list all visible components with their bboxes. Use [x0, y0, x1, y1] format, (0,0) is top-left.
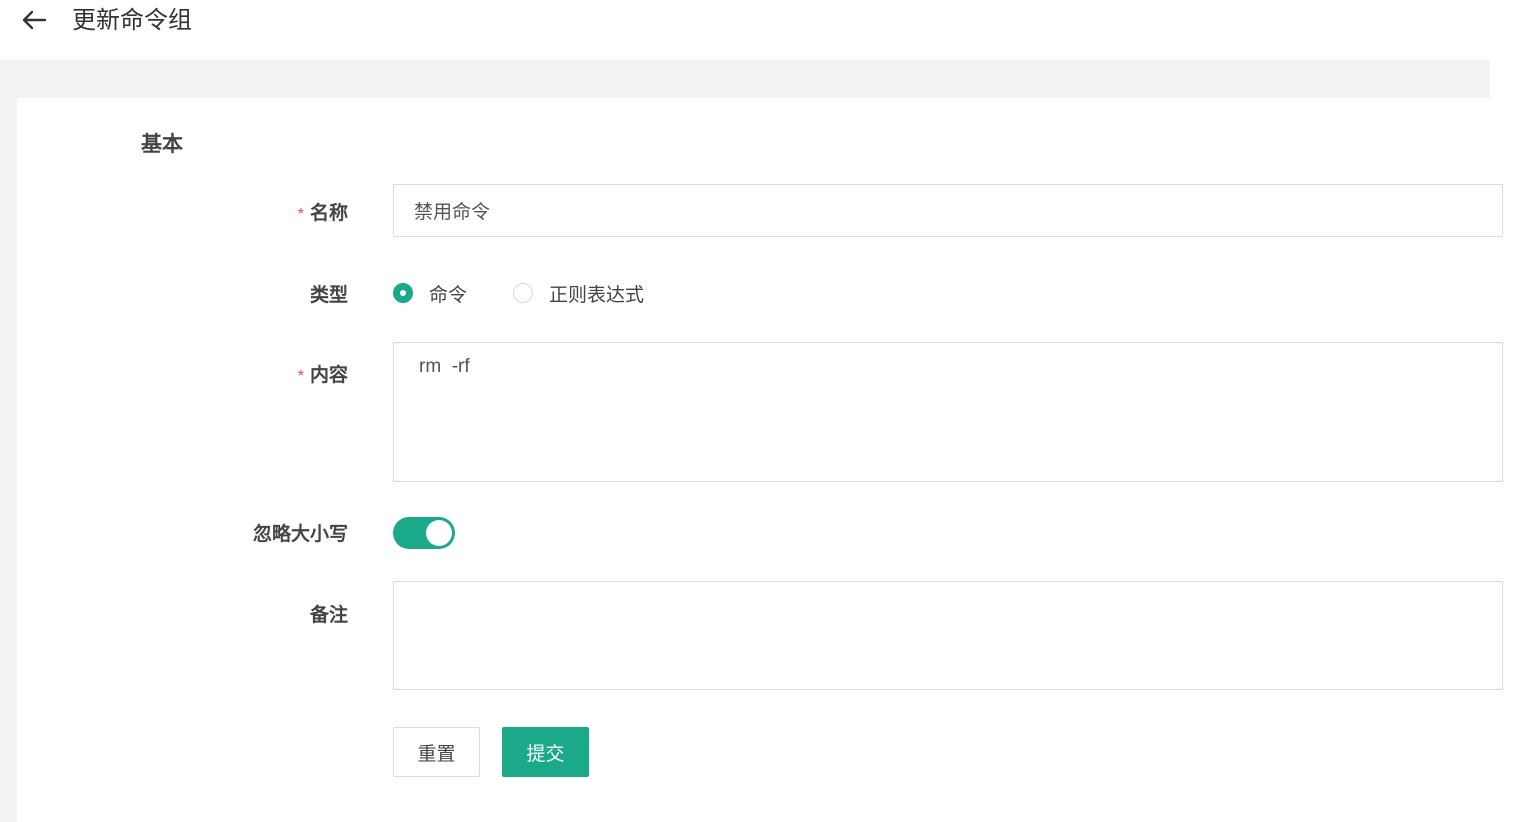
type-radio-group: 命令 正则表达式 — [393, 280, 690, 306]
required-mark: * — [297, 368, 304, 385]
remark-label: 备注 — [309, 605, 348, 626]
name-label: * 名称 — [298, 198, 348, 225]
radio-checked-icon — [393, 283, 413, 303]
content-textarea[interactable]: rm -rf — [393, 342, 1503, 482]
submit-button[interactable]: 提交 — [502, 727, 589, 777]
content-label-text: 内容 — [309, 365, 348, 386]
page-header: 更新命令组 — [0, 0, 1490, 60]
name-label-text: 名称 — [309, 203, 348, 224]
reset-button[interactable]: 重置 — [393, 727, 480, 777]
section-title: 基本 — [141, 133, 183, 156]
ignore-case-label: 忽略大小写 — [252, 524, 348, 545]
arrow-left-icon — [22, 10, 47, 30]
type-option-label: 正则表达式 — [549, 284, 645, 306]
type-option-label: 命令 — [429, 284, 468, 306]
type-label: 类型 — [309, 285, 348, 306]
radio-unchecked-icon — [513, 283, 534, 303]
ignore-case-switch[interactable] — [393, 517, 455, 549]
page-title: 更新命令组 — [72, 7, 192, 34]
type-option-command[interactable]: 命令 — [393, 280, 467, 307]
name-input[interactable] — [393, 184, 1503, 237]
remark-textarea[interactable] — [393, 581, 1503, 690]
type-option-regex[interactable]: 正则表达式 — [513, 280, 644, 307]
content-label: * 内容 — [298, 360, 348, 387]
switch-knob — [426, 520, 452, 546]
required-mark: * — [297, 206, 304, 223]
back-button[interactable] — [20, 6, 48, 34]
